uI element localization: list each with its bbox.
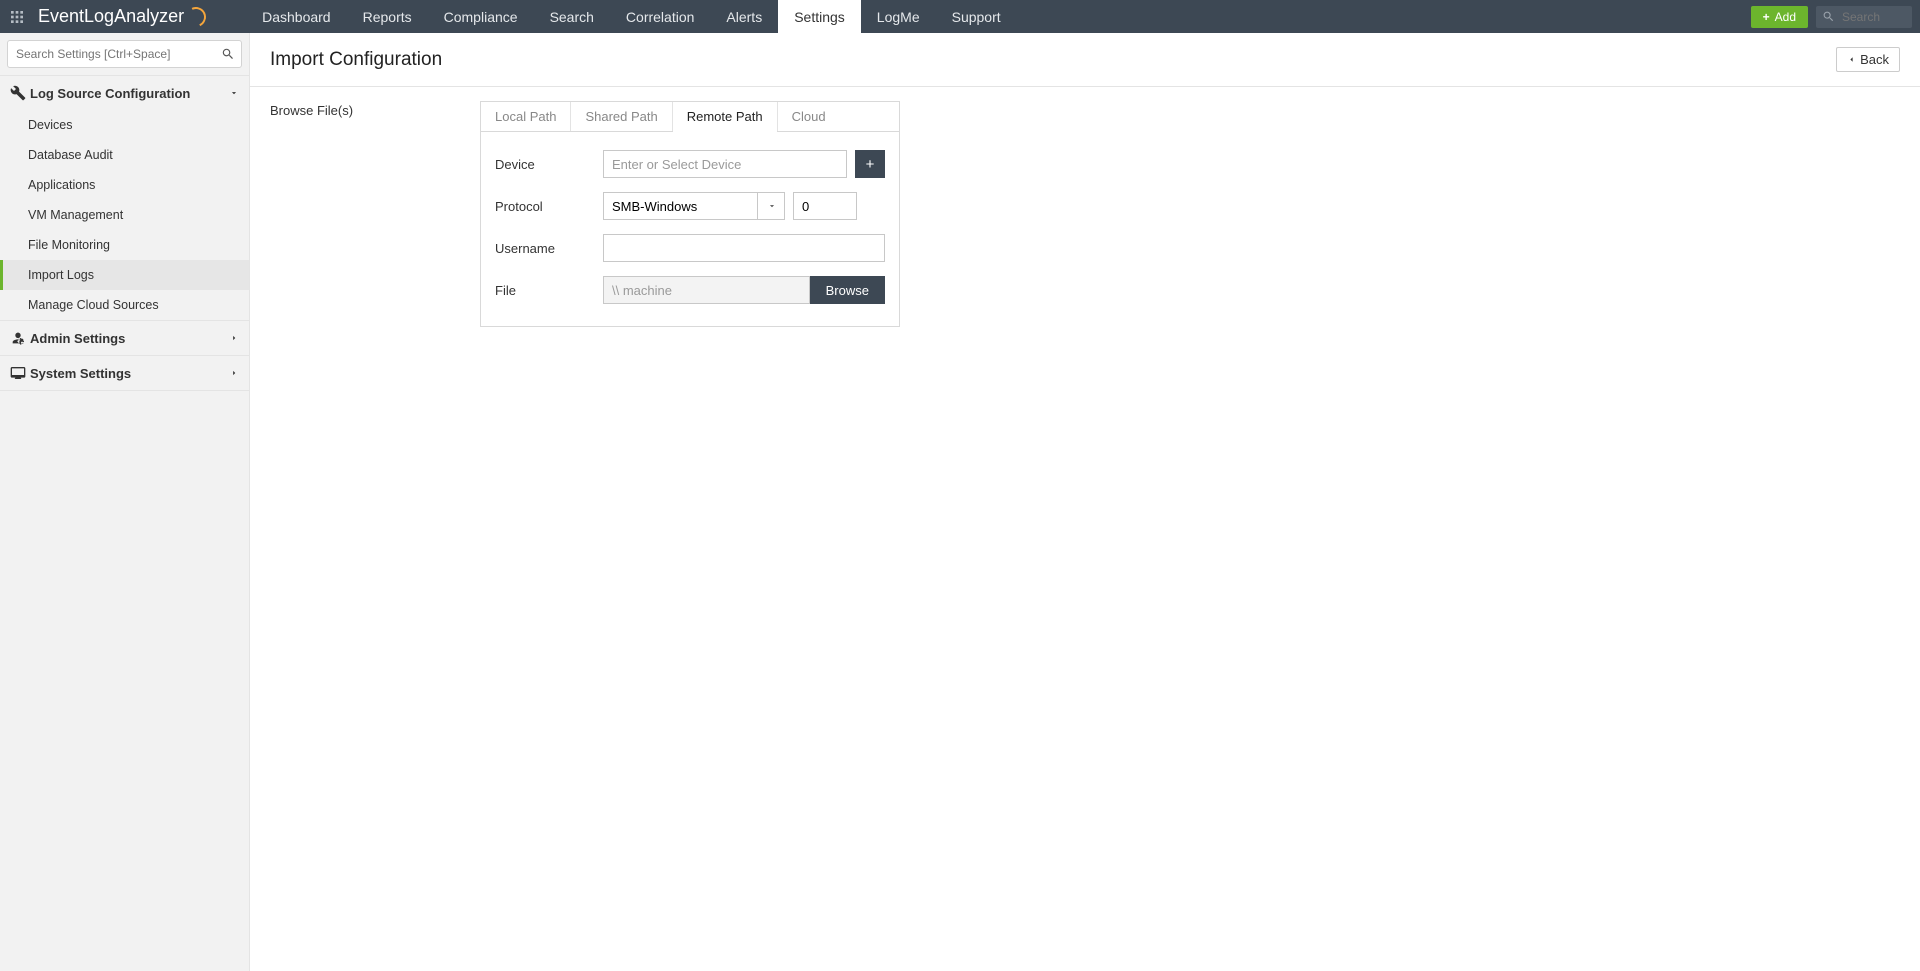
browse-button[interactable]: Browse bbox=[810, 276, 885, 304]
tab-remote-path[interactable]: Remote Path bbox=[673, 102, 778, 131]
sidebar-item-applications[interactable]: Applications bbox=[0, 170, 249, 200]
nav-support[interactable]: Support bbox=[936, 0, 1017, 33]
logo-text-thin: Analyzer bbox=[114, 6, 184, 27]
sidebar-item-manage-cloud-sources[interactable]: Manage Cloud Sources bbox=[0, 290, 249, 320]
search-icon bbox=[221, 47, 235, 61]
sidebar-item-import-logs[interactable]: Import Logs bbox=[0, 260, 249, 290]
add-button[interactable]: + Add bbox=[1751, 6, 1808, 28]
browse-files-label: Browse File(s) bbox=[270, 101, 480, 327]
nav-search[interactable]: Search bbox=[534, 0, 610, 33]
nav-compliance[interactable]: Compliance bbox=[428, 0, 534, 33]
protocol-label: Protocol bbox=[495, 199, 603, 214]
chevron-right-icon bbox=[229, 331, 239, 346]
chevron-right-icon bbox=[229, 366, 239, 381]
chevron-down-icon bbox=[229, 86, 239, 101]
path-tabs: Local Path Shared Path Remote Path Cloud bbox=[481, 102, 899, 132]
device-label: Device bbox=[495, 157, 603, 172]
chevron-left-icon bbox=[1847, 55, 1856, 64]
file-path-input[interactable] bbox=[603, 276, 810, 304]
back-button-label: Back bbox=[1860, 52, 1889, 67]
tab-shared-path[interactable]: Shared Path bbox=[571, 102, 672, 131]
tools-icon bbox=[10, 85, 30, 101]
nav-settings[interactable]: Settings bbox=[778, 0, 861, 33]
monitor-icon bbox=[10, 365, 30, 381]
sidebar-item-database-audit[interactable]: Database Audit bbox=[0, 140, 249, 170]
sidebar-section-label: System Settings bbox=[30, 366, 229, 381]
settings-search-input[interactable] bbox=[7, 40, 242, 68]
sidebar-item-devices[interactable]: Devices bbox=[0, 110, 249, 140]
tab-local-path[interactable]: Local Path bbox=[481, 102, 571, 131]
nav-reports[interactable]: Reports bbox=[347, 0, 428, 33]
username-input[interactable] bbox=[603, 234, 885, 262]
logo-arc-icon bbox=[186, 7, 206, 27]
search-icon bbox=[1822, 10, 1835, 23]
main-nav: Dashboard Reports Compliance Search Corr… bbox=[246, 0, 1017, 33]
settings-sidebar: Log Source Configuration Devices Databas… bbox=[0, 33, 250, 971]
nav-logme[interactable]: LogMe bbox=[861, 0, 936, 33]
add-device-button[interactable]: + bbox=[855, 150, 885, 178]
import-panel: Local Path Shared Path Remote Path Cloud… bbox=[480, 101, 900, 327]
nav-correlation[interactable]: Correlation bbox=[610, 0, 710, 33]
file-label: File bbox=[495, 283, 603, 298]
nav-alerts[interactable]: Alerts bbox=[710, 0, 778, 33]
user-gear-icon bbox=[10, 330, 30, 346]
username-label: Username bbox=[495, 241, 603, 256]
device-input[interactable] bbox=[603, 150, 847, 178]
port-input[interactable] bbox=[793, 192, 857, 220]
page-title: Import Configuration bbox=[270, 49, 442, 71]
sidebar-item-vm-management[interactable]: VM Management bbox=[0, 200, 249, 230]
sidebar-section-label: Log Source Configuration bbox=[30, 86, 229, 101]
sidebar-item-file-monitoring[interactable]: File Monitoring bbox=[0, 230, 249, 260]
protocol-select[interactable]: SMB-Windows bbox=[603, 192, 785, 220]
tab-cloud[interactable]: Cloud bbox=[778, 102, 840, 131]
plus-icon: + bbox=[1763, 10, 1770, 24]
add-button-label: Add bbox=[1775, 10, 1796, 24]
plus-icon: + bbox=[866, 156, 875, 173]
logo-text-bold: EventLog bbox=[38, 6, 114, 27]
sidebar-section-log-source[interactable]: Log Source Configuration bbox=[0, 75, 249, 110]
sidebar-section-admin-settings[interactable]: Admin Settings bbox=[0, 320, 249, 355]
back-button[interactable]: Back bbox=[1836, 47, 1900, 72]
product-logo[interactable]: EventLog Analyzer bbox=[34, 0, 216, 33]
sidebar-section-label: Admin Settings bbox=[30, 331, 229, 346]
apps-menu-icon[interactable] bbox=[0, 0, 34, 33]
nav-dashboard[interactable]: Dashboard bbox=[246, 0, 347, 33]
sidebar-section-system-settings[interactable]: System Settings bbox=[0, 355, 249, 390]
